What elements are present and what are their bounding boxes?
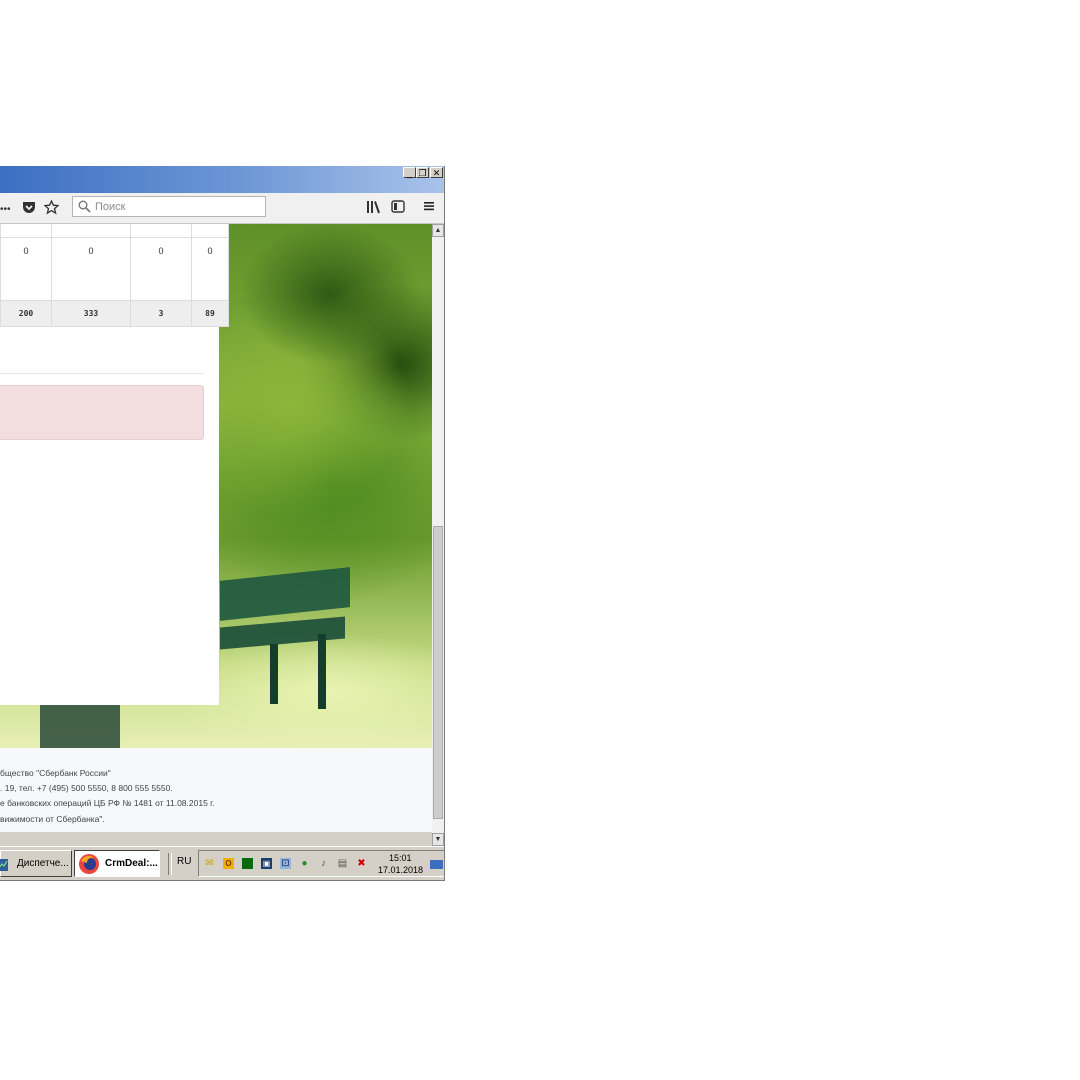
firefox-icon: [78, 853, 100, 880]
display-icon[interactable]: ▤: [337, 858, 348, 869]
table-cell: 200: [0, 300, 52, 327]
green-square-icon[interactable]: [242, 858, 253, 869]
footer-line: . 19, тел. +7 (495) 500 5550, 8 800 555 …: [0, 783, 173, 793]
taskbar-separator: [168, 853, 172, 875]
footer-line: е банковских операций ЦБ РФ № 1481 от 11…: [0, 798, 215, 808]
restore-button[interactable]: ❐: [416, 167, 429, 178]
search-field[interactable]: [72, 196, 266, 217]
library-icon[interactable]: [366, 200, 381, 217]
table-cell: 3: [130, 300, 192, 327]
search-input[interactable]: [95, 199, 261, 214]
sidebar-icon[interactable]: [391, 200, 405, 216]
task-manager-icon: [0, 857, 9, 880]
monitor-icon[interactable]: ▣: [261, 858, 272, 869]
search-icon: [78, 200, 91, 218]
outlook-icon[interactable]: O: [223, 858, 234, 869]
page-footer: бщество "Сбербанк России" . 19, тел. +7 …: [0, 748, 432, 832]
alert-box: [0, 385, 204, 440]
scroll-up-button[interactable]: ▲: [432, 224, 444, 237]
scroll-down-button[interactable]: ▼: [432, 833, 444, 846]
volume-icon[interactable]: ♪: [318, 858, 329, 869]
table-total-row: 200 333 3 89: [0, 300, 229, 327]
vertical-scrollbar[interactable]: ▲ ▼: [432, 224, 444, 846]
taskbar-label: Диспетче...: [17, 858, 69, 869]
page-actions-button[interactable]: •••: [0, 202, 11, 217]
table-cell: 0: [191, 237, 229, 301]
table-cell: 0: [130, 237, 192, 301]
menu-icon[interactable]: [423, 200, 435, 215]
show-desktop-icon[interactable]: [430, 860, 443, 869]
table-cell: 333: [51, 300, 131, 327]
bench-image: [40, 704, 120, 748]
table-cell: 0: [0, 237, 52, 301]
mail-icon[interactable]: ✉: [204, 858, 215, 869]
table-cell: 89: [191, 300, 229, 327]
browser-toolbar: •••: [0, 193, 444, 224]
footer-line: бщество "Сбербанк России": [0, 768, 111, 778]
shield-icon[interactable]: ●: [299, 858, 310, 869]
close-button[interactable]: ✕: [430, 167, 443, 178]
language-indicator[interactable]: RU: [177, 856, 191, 867]
bench-leg-image: [318, 634, 326, 709]
minimize-button[interactable]: _: [403, 167, 416, 178]
bench-leg-image: [270, 644, 278, 704]
title-bar[interactable]: _ ❐ ✕: [0, 166, 444, 193]
taskbar: Диспетче... CrmDeal:... RU ✉ O ▣ ⊡ ● ♪ ▤…: [0, 846, 444, 880]
browser-window: _ ❐ ✕ ••• Поиск 0 0 0 0 200 333 3 89 бще…: [0, 166, 445, 881]
table-row: [0, 224, 229, 238]
table-cell: 0: [51, 237, 131, 301]
system-tray: ✉ O ▣ ⊡ ● ♪ ▤ ✖ 15:01 17.01.2018: [198, 850, 444, 877]
page-content: 0 0 0 0 200 333 3 89 бщество "Сбербанк Р…: [0, 224, 432, 832]
table-row: 0 0 0 0: [0, 237, 229, 301]
bench-seat-image: [220, 616, 345, 650]
network-icon[interactable]: ⊡: [280, 858, 291, 869]
footer-line: вижимости от Сбербанка".: [0, 814, 105, 824]
taskbar-label: CrmDeal:...: [105, 858, 158, 869]
bookmark-star-icon[interactable]: [43, 199, 60, 218]
divider: [0, 373, 204, 374]
taskbar-button-crmdeal[interactable]: CrmDeal:...: [74, 850, 160, 877]
clock-time[interactable]: 15:01: [389, 853, 412, 863]
scroll-thumb[interactable]: [433, 526, 443, 819]
pocket-icon[interactable]: [22, 200, 36, 217]
taskbar-button-dispatcher[interactable]: Диспетче...: [0, 850, 72, 877]
stats-table: 0 0 0 0 200 333 3 89: [0, 224, 229, 327]
alert-icon[interactable]: ✖: [356, 858, 367, 869]
bench-image: [220, 567, 350, 621]
clock-date[interactable]: 17.01.2018: [378, 865, 423, 875]
